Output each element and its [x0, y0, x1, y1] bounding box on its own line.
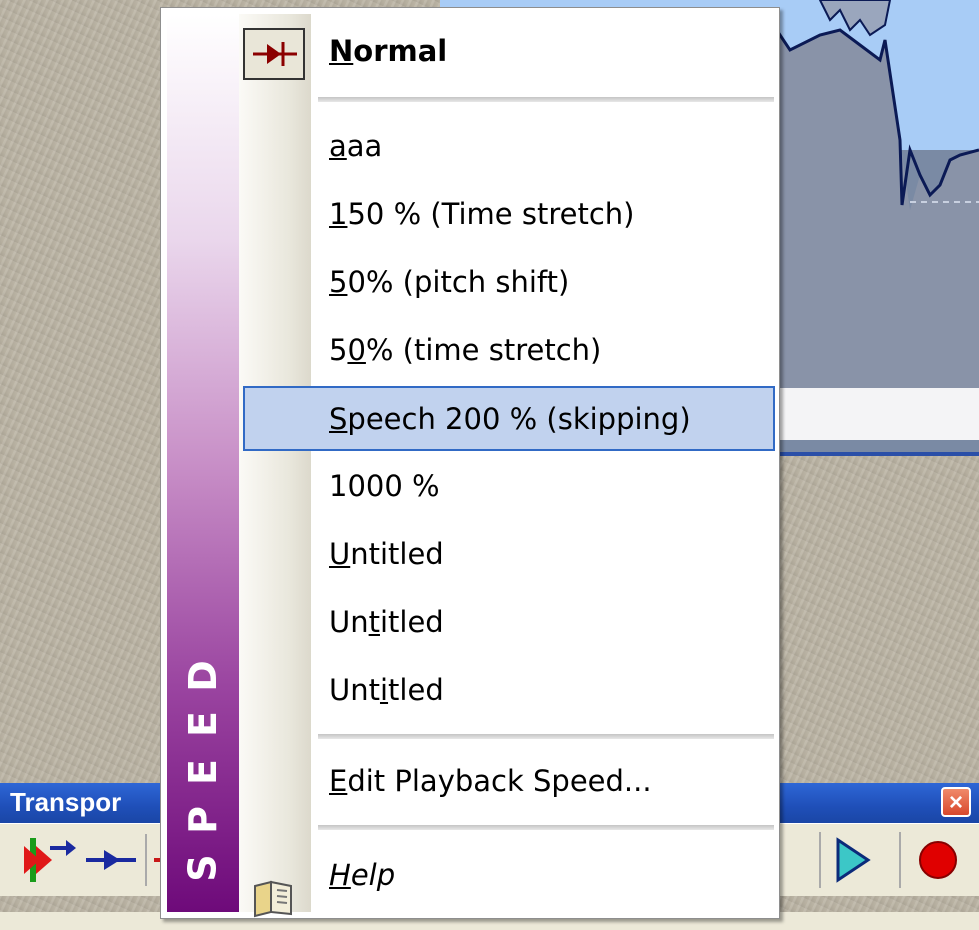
close-icon[interactable]: × — [941, 787, 971, 817]
play-icon — [836, 837, 871, 883]
menu-item-50-pitch-shift[interactable]: 50% (pitch shift) — [243, 252, 775, 312]
menu-item-label: aaa — [329, 129, 383, 163]
menu-item-label: 150 % (Time stretch) — [329, 197, 635, 231]
menu-item-label: 50% (time stretch) — [329, 333, 602, 367]
menu-item-label: 1000 % — [329, 469, 440, 503]
menu-item-aaa[interactable]: aaa — [243, 116, 775, 176]
speed-side-label: D E E P S — [180, 660, 225, 882]
transport-right-icons[interactable] — [810, 824, 970, 896]
menu-item-label: Untitled — [329, 605, 444, 639]
record-icon — [919, 841, 957, 879]
menu-item-help[interactable]: Help — [243, 845, 775, 905]
menu-item-label: Help — [329, 858, 396, 892]
menu-item-label: Speech 200 % (skipping) — [329, 402, 691, 436]
menu-separator — [318, 97, 774, 102]
speed-side-band: D E E P S — [167, 14, 239, 912]
playback-speed-menu: D E E P S Normal aaa 150 % (Time stretch… — [160, 7, 780, 919]
menu-item-150-time-stretch[interactable]: 150 % (Time stretch) — [243, 184, 775, 244]
menu-item-untitled-2[interactable]: Untitled — [243, 592, 775, 652]
menu-item-50-time-stretch[interactable]: 50% (time stretch) — [243, 320, 775, 380]
menu-item-untitled-1[interactable]: Untitled — [243, 524, 775, 584]
menu-item-label: Normal — [329, 34, 448, 68]
menu-item-label: Untitled — [329, 673, 444, 707]
menu-item-edit-playback-speed[interactable]: Edit Playback Speed... — [243, 751, 775, 811]
menu-separator — [318, 734, 774, 739]
menu-item-label: 50% (pitch shift) — [329, 265, 570, 299]
menu-item-speech-200[interactable]: Speech 200 % (skipping) — [243, 386, 775, 451]
menu-item-1000[interactable]: 1000 % — [243, 456, 775, 516]
menu-item-untitled-3[interactable]: Untitled — [243, 660, 775, 720]
menu-item-label: Untitled — [329, 537, 444, 571]
transport-left-icons[interactable] — [10, 824, 170, 896]
menu-item-normal[interactable]: Normal — [243, 21, 775, 81]
menu-separator — [318, 825, 774, 830]
menu-item-label: Edit Playback Speed... — [329, 764, 652, 798]
transport-title: Transpor — [10, 787, 122, 817]
